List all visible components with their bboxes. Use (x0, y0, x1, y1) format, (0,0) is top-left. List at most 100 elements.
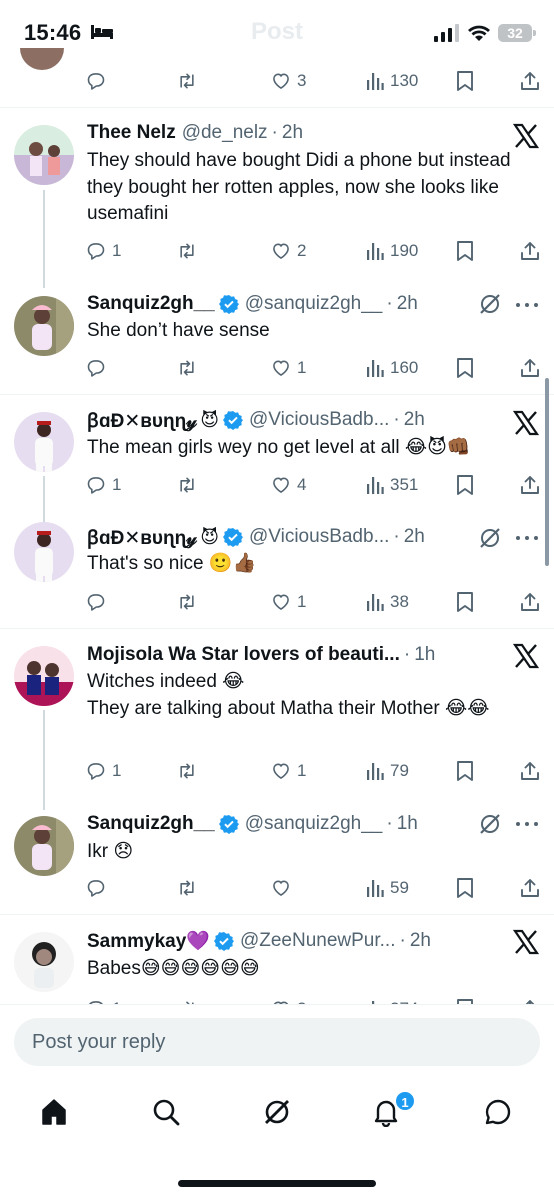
views-button[interactable]: 274 (366, 994, 418, 1004)
author-handle[interactable]: @sanquiz2gh__ (245, 293, 383, 315)
like-button[interactable]: 2 (271, 236, 306, 266)
author-handle[interactable]: @de_nelz (182, 122, 268, 144)
share-button[interactable] (520, 873, 540, 903)
more-icon[interactable] (514, 819, 540, 829)
views-button[interactable]: 59 (366, 873, 409, 903)
avatar[interactable] (14, 816, 74, 876)
reply-button[interactable]: 1 (86, 236, 121, 266)
post-text: That's so nice 🙂👍🏾 (87, 553, 257, 574)
bookmark-button[interactable] (456, 66, 474, 96)
author-name[interactable]: Mojisola Wa Star lovers of beauti... (87, 644, 400, 666)
author-name[interactable]: Sanquiz2gh__ (87, 813, 215, 835)
reply-button[interactable] (86, 66, 112, 96)
repost-button[interactable] (176, 236, 204, 266)
tab-grok[interactable] (261, 1096, 293, 1128)
x-logo-icon[interactable] (512, 928, 540, 956)
author-name[interactable]: ꞵɑƉ✕ʙᴜɳɳ𝓎 (87, 407, 197, 433)
share-icon (521, 879, 539, 897)
avatar[interactable] (14, 125, 74, 185)
like-button[interactable]: 2 (271, 994, 306, 1004)
share-button[interactable] (520, 66, 540, 96)
author-name[interactable]: ꞵɑƉ✕ʙᴜɳɳ𝓎 (87, 524, 197, 550)
author-name[interactable]: Sammykay💜 (87, 929, 210, 953)
views-button[interactable]: 38 (366, 587, 409, 617)
repost-button[interactable] (176, 470, 204, 500)
grok-icon[interactable] (478, 292, 502, 316)
repost-button[interactable] (176, 66, 198, 96)
more-icon[interactable] (514, 300, 540, 310)
post-actions: 1 4 351 (0, 470, 554, 500)
bookmark-button[interactable] (456, 353, 474, 383)
x-logo-icon[interactable] (512, 642, 540, 670)
author-name[interactable]: Thee Nelz (87, 122, 176, 144)
views-button[interactable]: 130 (366, 66, 418, 96)
share-button[interactable] (520, 470, 540, 500)
bookmark-button[interactable] (456, 994, 474, 1004)
repost-button[interactable] (176, 994, 198, 1004)
bookmark-button[interactable] (456, 756, 474, 786)
avatar[interactable] (14, 522, 74, 582)
bookmark-button[interactable] (456, 587, 474, 617)
repost-button[interactable] (176, 353, 204, 383)
reply-button[interactable]: 1 (86, 470, 121, 500)
tab-home[interactable] (38, 1096, 70, 1128)
reply-button[interactable] (86, 353, 112, 383)
post-header: ꞵɑƉ✕ʙᴜɳɳ𝓎 😈 @ViciousBadb... · 2h (87, 406, 425, 434)
views-icon (367, 477, 384, 494)
x-logo-icon[interactable] (512, 409, 540, 437)
views-button[interactable]: 79 (366, 756, 409, 786)
avatar[interactable] (14, 296, 74, 356)
post-text: They should have bought Didi a phone but… (87, 150, 511, 224)
bookmark-button[interactable] (456, 470, 474, 500)
like-button[interactable]: 4 (271, 470, 306, 500)
bookmark-button[interactable] (456, 236, 474, 266)
author-handle[interactable]: @ZeeNunewPur... (240, 930, 396, 952)
repost-icon (180, 243, 194, 259)
devil-emoji: 😈 (200, 526, 219, 547)
reply-button[interactable] (86, 587, 112, 617)
reply-button[interactable] (86, 873, 112, 903)
views-count: 79 (390, 761, 409, 780)
avatar[interactable] (14, 646, 74, 706)
author-handle[interactable]: @ViciousBadb... (249, 526, 389, 548)
share-button[interactable] (520, 994, 540, 1004)
avatar[interactable] (14, 412, 74, 472)
like-button[interactable]: 1 (271, 587, 306, 617)
author-name[interactable]: Sanquiz2gh__ (87, 293, 215, 315)
like-button[interactable]: 1 (271, 756, 306, 786)
verified-badge-icon (223, 528, 243, 547)
share-button[interactable] (520, 236, 540, 266)
post-actions: 1 160 (0, 353, 554, 383)
views-icon (367, 880, 384, 897)
avatar[interactable] (14, 932, 74, 992)
grok-icon[interactable] (478, 526, 502, 550)
tab-messages[interactable] (482, 1096, 514, 1128)
post-time: 2h (403, 409, 425, 430)
reply-button[interactable]: 1 (86, 994, 121, 1004)
views-count: 38 (390, 592, 409, 611)
repost-button[interactable] (176, 873, 204, 903)
views-button[interactable]: 190 (366, 236, 418, 266)
x-logo-icon[interactable] (512, 122, 540, 150)
reply-input[interactable]: Post your reply (14, 1018, 540, 1066)
more-icon[interactable] (514, 533, 540, 543)
author-handle[interactable]: @ViciousBadb... (249, 409, 389, 431)
reply-button[interactable]: 1 (86, 756, 121, 786)
bookmark-button[interactable] (456, 873, 474, 903)
scrollbar-thumb[interactable] (545, 378, 549, 566)
views-button[interactable]: 351 (366, 470, 418, 500)
like-button[interactable]: 1 (271, 353, 306, 383)
tab-search[interactable] (150, 1096, 182, 1128)
grok-icon[interactable] (478, 812, 502, 836)
like-button[interactable] (271, 873, 297, 903)
grok-icon (265, 1100, 289, 1124)
share-button[interactable] (520, 353, 540, 383)
post-actions: 59 (0, 873, 554, 903)
author-handle[interactable]: @sanquiz2gh__ (245, 813, 383, 835)
repost-button[interactable] (176, 587, 204, 617)
like-button[interactable]: 3 (271, 66, 306, 96)
share-button[interactable] (520, 587, 540, 617)
share-button[interactable] (520, 756, 540, 786)
repost-button[interactable] (176, 756, 204, 786)
views-button[interactable]: 160 (366, 353, 418, 383)
